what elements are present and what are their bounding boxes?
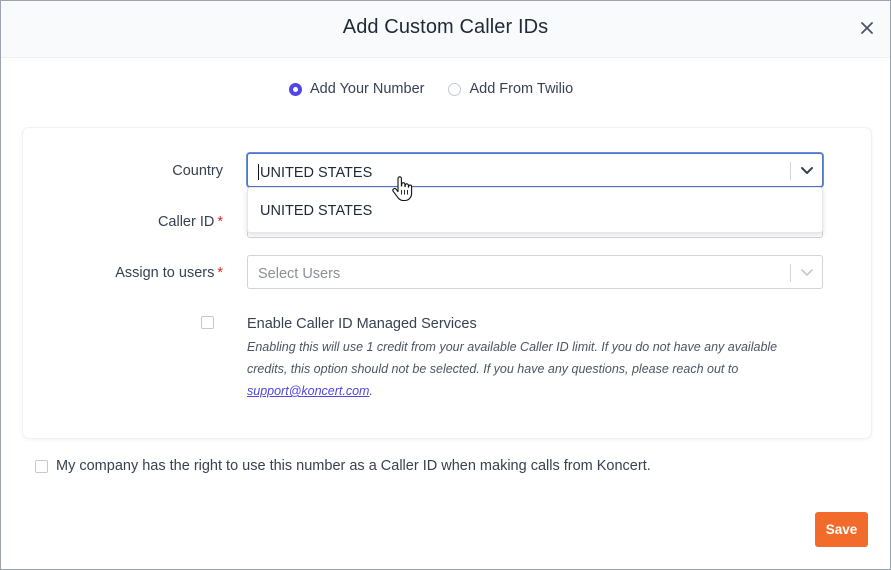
managed-services-checkbox[interactable] [201, 316, 214, 329]
caller-id-label: Caller ID * [111, 214, 223, 230]
country-select[interactable]: UNITED STATES [247, 153, 823, 187]
country-selected-text: UNITED STATES [260, 165, 373, 181]
managed-services-description-end: . [369, 384, 373, 398]
country-label: Country [121, 163, 223, 179]
country-label-text: Country [172, 163, 223, 179]
radio-add-your-number[interactable] [289, 82, 302, 96]
radio-label-add-from-twilio[interactable]: Add From Twilio [469, 81, 573, 97]
required-mark: * [217, 214, 223, 230]
select-separator [790, 162, 791, 180]
chevron-down-icon[interactable] [800, 165, 814, 177]
chevron-down-icon[interactable] [800, 267, 814, 279]
assign-users-placeholder: Select Users [258, 266, 341, 282]
number-source-options: Add Your Number Add From Twilio [289, 81, 573, 97]
managed-services-description: Enabling this will use 1 credit from you… [247, 336, 817, 402]
company-consent-label: My company has the right to use this num… [56, 458, 651, 474]
option-add-your-number[interactable]: Add Your Number [289, 81, 424, 97]
hand-cursor-icon [392, 176, 413, 202]
text-caret [258, 164, 259, 180]
modal-title: Add Custom Caller IDs [342, 16, 549, 38]
assign-users-label-text: Assign to users [115, 265, 215, 281]
radio-add-from-twilio[interactable] [448, 82, 462, 96]
assign-users-select[interactable]: Select Users [247, 255, 823, 289]
country-option-united-states[interactable]: UNITED STATES [260, 203, 372, 219]
add-caller-id-modal: Add Custom Caller IDs Add Your Number Ad… [0, 0, 891, 570]
required-mark: * [217, 265, 223, 281]
radio-label-add-your-number[interactable]: Add Your Number [310, 81, 424, 97]
company-consent-checkbox[interactable] [35, 460, 48, 473]
managed-services-description-text: Enabling this will use 1 credit from you… [247, 340, 778, 376]
managed-services-title: Enable Caller ID Managed Services [247, 316, 477, 332]
country-select-value: UNITED STATES [258, 164, 372, 181]
close-icon[interactable] [856, 17, 878, 39]
save-button[interactable]: Save [815, 512, 868, 547]
country-dropdown-menu: UNITED STATES [247, 187, 823, 233]
option-add-from-twilio[interactable]: Add From Twilio [448, 81, 573, 97]
modal-header: Add Custom Caller IDs [1, 1, 890, 58]
assign-users-label: Assign to users * [101, 265, 223, 281]
select-separator [790, 264, 791, 282]
support-email-link[interactable]: support@koncert.com [247, 384, 369, 398]
caller-id-label-text: Caller ID [157, 214, 215, 230]
